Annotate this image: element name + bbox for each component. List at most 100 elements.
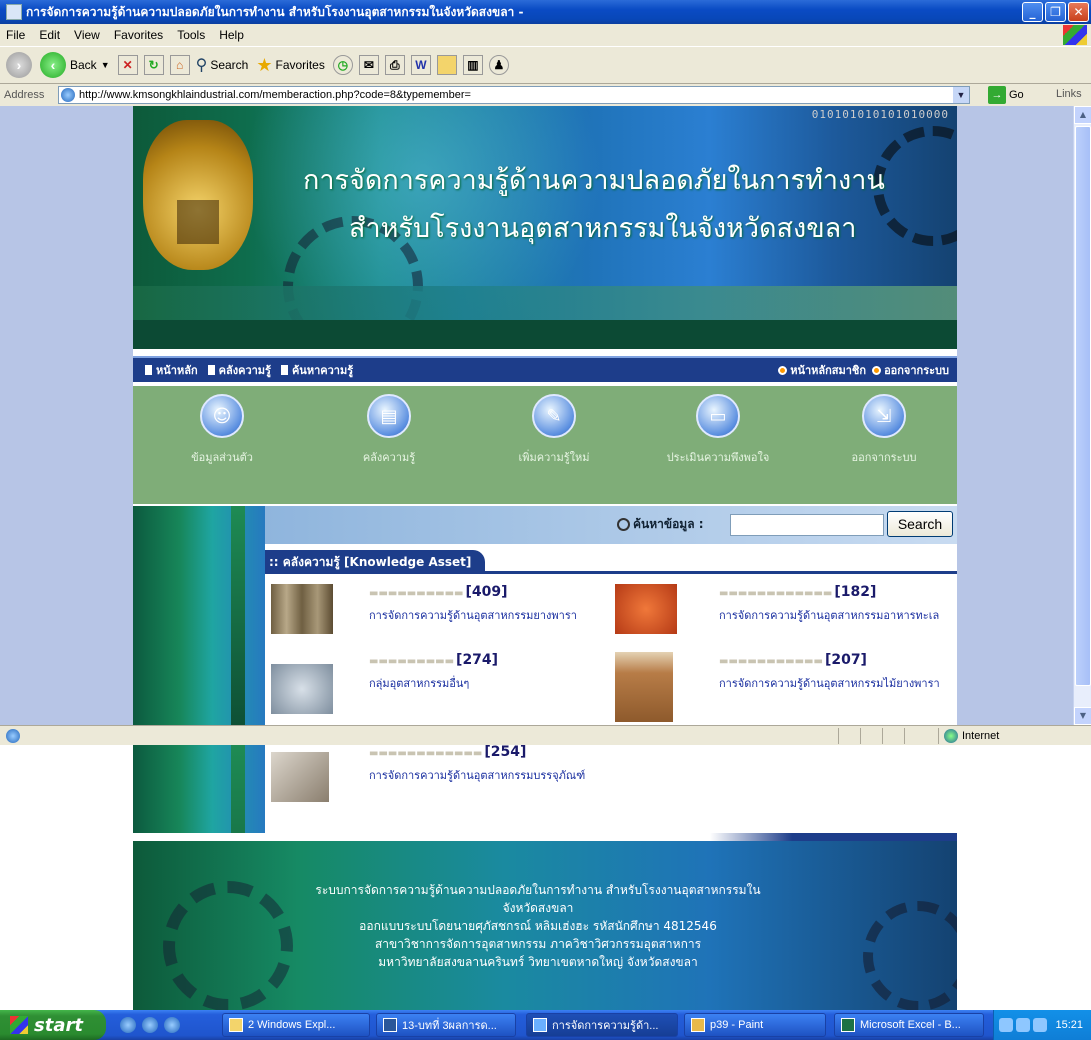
menu-help[interactable]: Help	[219, 28, 244, 42]
folder-icon	[229, 1018, 243, 1032]
section-rule	[485, 571, 957, 574]
volume-icon[interactable]	[1016, 1018, 1031, 1032]
research-icon[interactable]: ▥	[462, 55, 483, 75]
start-label: start	[34, 1014, 83, 1036]
go-arrow-icon: →	[988, 86, 1006, 104]
address-input[interactable]: http://www.kmsongkhlaindustrial.com/memb…	[58, 86, 970, 104]
task-excel[interactable]: Microsoft Excel - B...	[834, 1013, 984, 1037]
category-item[interactable]: ▬▬▬▬▬▬▬▬▬▬▬▬ [182] การจัดการความรู้ด้านอุ…	[615, 584, 955, 640]
task-label: Microsoft Excel - B...	[860, 1019, 961, 1031]
gear-icon	[863, 901, 957, 1010]
minimize-icon[interactable]: _	[1022, 2, 1043, 22]
forward-disabled-button[interactable]: ›	[6, 52, 32, 78]
messenger-icon[interactable]: ♟	[488, 55, 509, 75]
favorites-label: Favorites	[275, 58, 325, 72]
menu-logout-label: ออกจากระบบ	[851, 451, 917, 464]
bullet-icon	[872, 365, 882, 375]
home-icon[interactable]: ⌂	[169, 55, 190, 75]
back-dropdown-icon[interactable]: ▼	[101, 60, 110, 70]
menu-file[interactable]: File	[6, 28, 25, 42]
category-count: [409]	[465, 584, 508, 600]
task-paint[interactable]: p39 - Paint	[684, 1013, 826, 1037]
menu-view[interactable]: View	[74, 28, 100, 42]
clock[interactable]: 15:21	[1055, 1019, 1083, 1031]
task-word-document[interactable]: 13-บทที่ 3ผลการด...	[376, 1013, 516, 1037]
category-item[interactable]: ▬▬▬▬▬▬▬▬▬▬▬▬ [254] การจัดการความรู้ด้านอุ…	[271, 744, 611, 814]
network-icon[interactable]	[1033, 1018, 1048, 1032]
category-link[interactable]: การจัดการความรู้ด้านอุตสาหกรรมบรรจุภัณฑ์	[369, 766, 585, 784]
back-label: Back	[70, 58, 97, 72]
category-heading: ▬▬▬▬▬▬▬▬▬▬▬▬ [254]	[369, 744, 526, 760]
task-windows-explorer[interactable]: 2 Windows Expl...	[222, 1013, 370, 1037]
mail-icon[interactable]: ✉	[358, 55, 379, 75]
scrollbar-thumb[interactable]	[1075, 126, 1091, 686]
category-link[interactable]: การจัดการความรู้ด้านอุตสาหกรรมไม้ยางพารา	[719, 674, 940, 692]
pencil-icon	[617, 518, 630, 531]
category-thumbnail	[271, 584, 333, 634]
nav-logout[interactable]: ออกจากระบบ	[872, 361, 949, 379]
toolbar: › ‹ Back ▼ ✕ ↻ ⌂ ⚲ Search ★ Favorites ◷ …	[0, 46, 1091, 84]
folder-icon[interactable]	[436, 55, 457, 75]
go-button[interactable]: → Go	[988, 86, 1024, 104]
search-button[interactable]: ⚲ Search	[196, 55, 249, 75]
links-toolbar[interactable]: Links	[1056, 88, 1082, 100]
menu-favorites[interactable]: Favorites	[114, 28, 163, 42]
menu-logout[interactable]: ⇲ ออกจากระบบ	[829, 394, 939, 466]
nav-knowledge-store[interactable]: คลังความรู้	[205, 361, 271, 379]
scroll-up-icon[interactable]: ▲	[1074, 106, 1091, 124]
document-icon	[278, 365, 288, 375]
back-button[interactable]: ‹ Back ▼	[40, 52, 110, 78]
window-title-bar[interactable]: การจัดการความรู้ด้านความปลอดภัยในการทำงา…	[0, 0, 1091, 24]
favorites-button[interactable]: ★ Favorites	[256, 55, 325, 76]
ie-page-icon	[61, 88, 75, 102]
category-item[interactable]: ▬▬▬▬▬▬▬▬▬▬▬ [207] การจัดการความรู้ด้านอุต…	[615, 652, 955, 722]
search-input[interactable]	[730, 514, 884, 536]
nav-logout-label: ออกจากระบบ	[884, 364, 949, 377]
footer-line: ออกแบบระบบโดยนายศุภัสชกรณ์ หลิมเฮ่งฮะ รห…	[359, 919, 717, 933]
category-link[interactable]: การจัดการความรู้ด้านอุตสาหกรรมอาหารทะเล	[719, 606, 939, 624]
menu-knowledge-store[interactable]: ▤ คลังความรู้	[334, 394, 444, 466]
task-label: 2 Windows Expl...	[248, 1019, 336, 1031]
vertical-scrollbar[interactable]: ▲ ▼	[1073, 106, 1091, 725]
maximize-icon[interactable]: ❐	[1045, 2, 1066, 22]
window-title: การจัดการความรู้ด้านความปลอดภัยในการทำงา…	[26, 4, 524, 19]
site-title-line2: สำหรับโรงงานอุตสาหกรรมในจังหวัดสงขลา	[349, 213, 857, 244]
menu-edit[interactable]: Edit	[39, 28, 60, 42]
category-heading: ▬▬▬▬▬▬▬▬▬ [274]	[369, 652, 498, 668]
history-icon[interactable]: ◷	[332, 55, 353, 75]
nav-search-knowledge[interactable]: ค้นหาความรู้	[278, 361, 353, 379]
menu-add-knowledge[interactable]: ✎ เพิ่มความรู้ใหม่	[499, 394, 609, 466]
category-item[interactable]: ▬▬▬▬▬▬▬▬▬▬ [409] การจัดการความรู้ด้านอุตส…	[271, 584, 611, 640]
task-internet-explorer[interactable]: การจัดการความรู้ด้า...	[526, 1013, 678, 1037]
banner-stripe-dark	[133, 320, 957, 349]
header-banner: 010101010101010000 การจัดการความรู้ด้านค…	[133, 106, 957, 349]
category-thumbnail	[615, 652, 673, 722]
ie-quicklaunch-icon[interactable]	[142, 1017, 158, 1033]
close-icon[interactable]: ✕	[1068, 2, 1089, 22]
ie-quicklaunch-icon[interactable]	[164, 1017, 180, 1033]
search-submit-button[interactable]: Search	[887, 511, 953, 537]
address-dropdown-icon[interactable]: ▼	[953, 87, 969, 103]
category-link[interactable]: การจัดการความรู้ด้านอุตสาหกรรมยางพารา	[369, 606, 577, 624]
nav-home[interactable]: หน้าหลัก	[143, 361, 198, 379]
footer-banner: ระบบการจัดการความรู้ด้านความปลอดภัยในการ…	[133, 841, 957, 1010]
nav-member-home[interactable]: หน้าหลักสมาชิก	[778, 361, 866, 379]
category-link[interactable]: กลุ่มอุตสาหกรรมอื่นๆ	[369, 674, 469, 692]
footer-line: ระบบการจัดการความรู้ด้านความปลอดภัยในการ…	[315, 883, 761, 915]
word-edit-icon[interactable]: W	[410, 55, 431, 75]
zone-label: Internet	[962, 730, 1000, 742]
category-item[interactable]: ▬▬▬▬▬▬▬▬▬ [274] กลุ่มอุตสาหกรรมอื่นๆ	[271, 652, 611, 722]
menu-tools[interactable]: Tools	[177, 28, 205, 42]
start-button[interactable]: start	[0, 1010, 106, 1040]
menu-personal-info[interactable]: ☺ ข้อมูลส่วนตัว	[167, 394, 277, 466]
ie-quicklaunch-icon[interactable]	[120, 1017, 136, 1033]
category-count: [182]	[834, 584, 877, 600]
tray-arrow-icon[interactable]	[999, 1018, 1014, 1032]
section-header: :: คลังความรู้ [Knowledge Asset]	[265, 550, 957, 574]
menu-satisfaction[interactable]: ▭ ประเมินความพึงพอใจ	[663, 394, 773, 466]
stop-icon[interactable]: ✕	[117, 55, 138, 75]
refresh-icon[interactable]: ↻	[143, 55, 164, 75]
print-icon[interactable]: ⎙	[384, 55, 405, 75]
paint-icon	[691, 1018, 705, 1032]
scroll-down-icon[interactable]: ▼	[1074, 707, 1091, 725]
